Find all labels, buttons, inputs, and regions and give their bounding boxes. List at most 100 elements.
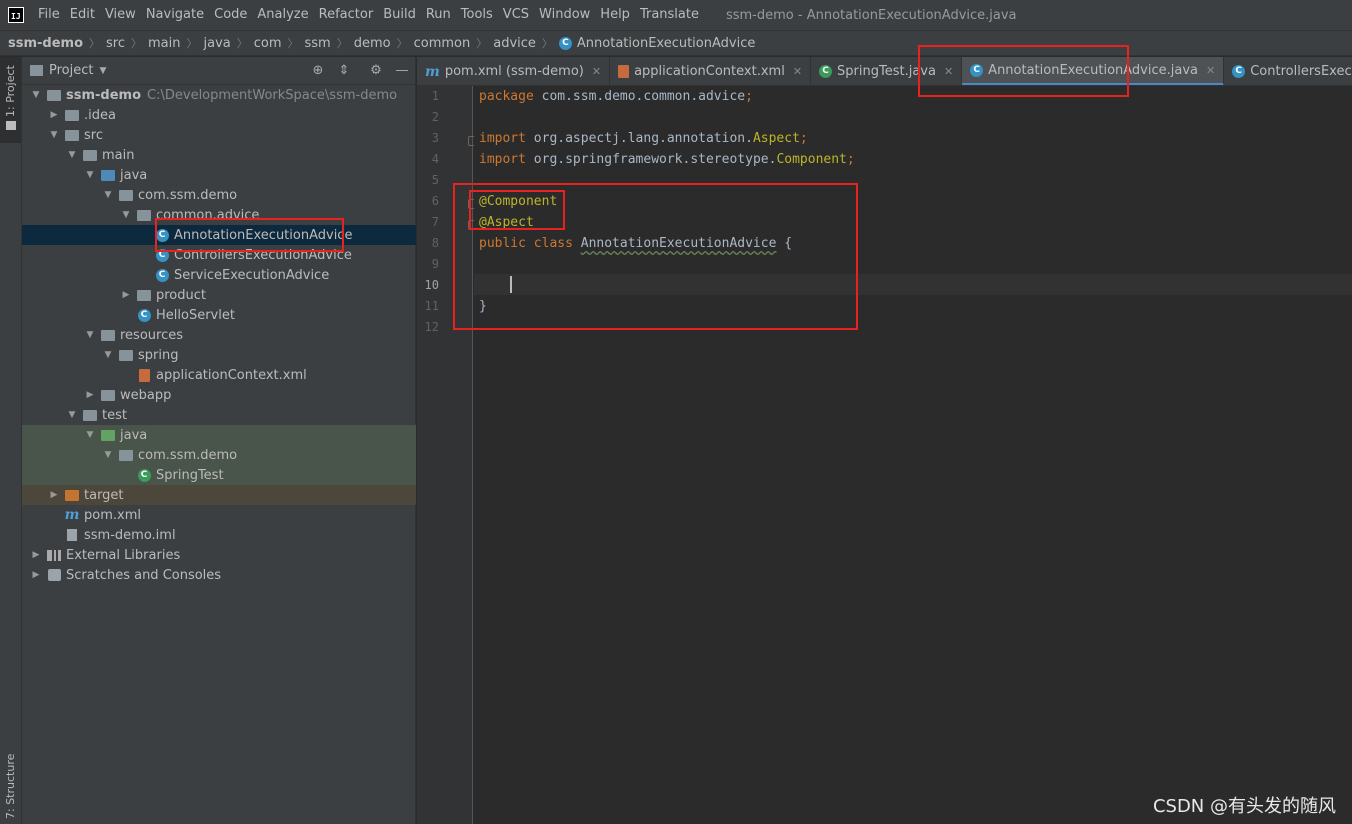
tree-item[interactable]: ▼ java: [22, 425, 416, 445]
tree-item[interactable]: ▼ test: [22, 405, 416, 425]
menu-translate[interactable]: Translate: [635, 0, 704, 30]
code-line: import org.springframework.stereotype.Co…: [479, 149, 855, 170]
tree-item[interactable]: m pom.xml: [22, 505, 416, 525]
chevron-right-icon[interactable]: ▶: [48, 490, 60, 500]
chevron-right-icon[interactable]: ▶: [30, 570, 42, 580]
close-icon[interactable]: ✕: [592, 65, 601, 78]
tree-item[interactable]: ▼ java: [22, 165, 416, 185]
breadcrumb-separator-icon: 〉: [541, 37, 553, 50]
class-icon: C: [154, 268, 170, 282]
chevron-down-icon[interactable]: ▼: [102, 450, 114, 460]
menu-file[interactable]: File: [33, 0, 65, 30]
breadcrumb-item[interactable]: common: [414, 36, 471, 51]
collapse-all-icon[interactable]: ⇕: [336, 63, 352, 79]
close-icon[interactable]: ✕: [1206, 64, 1215, 77]
tab-label: pom.xml (ssm-demo): [444, 64, 584, 79]
tree-item[interactable]: ▼ src: [22, 125, 416, 145]
chevron-down-icon[interactable]: ▼: [66, 410, 78, 420]
module-file-icon: [64, 528, 80, 542]
menu-refactor[interactable]: Refactor: [314, 0, 379, 30]
tree-item-label: SpringTest: [156, 467, 224, 483]
breadcrumb-item[interactable]: com: [254, 36, 282, 51]
tree-item[interactable]: ▼ main: [22, 145, 416, 165]
chevron-right-icon[interactable]: ▶: [30, 550, 42, 560]
close-icon[interactable]: ✕: [793, 65, 802, 78]
chevron-down-icon[interactable]: ▼: [102, 350, 114, 360]
menu-analyze[interactable]: Analyze: [252, 0, 313, 30]
tree-item[interactable]: ▶ External Libraries: [22, 545, 416, 565]
breadcrumb-label: com: [253, 35, 282, 51]
tree-item[interactable]: applicationContext.xml: [22, 365, 416, 385]
menu-tools[interactable]: Tools: [456, 0, 498, 30]
chevron-down-icon[interactable]: ▼: [66, 150, 78, 160]
folder-icon: [64, 108, 80, 122]
tree-item[interactable]: ▼ ssm-demo C:\DevelopmentWorkSpace\ssm-dem…: [22, 85, 416, 105]
tree-item[interactable]: ▼ com.ssm.demo: [22, 185, 416, 205]
breadcrumb: ssm-demo 〉 src 〉 main 〉 java 〉 com 〉 ssm 〉 demo 〉 comm…: [0, 30, 1352, 56]
menu-code[interactable]: Code: [209, 0, 252, 30]
tree-item[interactable]: C ServiceExecutionAdvice: [22, 265, 416, 285]
chevron-right-icon[interactable]: ▶: [120, 290, 132, 300]
tree-item[interactable]: ▶ target: [22, 485, 416, 505]
menu-window[interactable]: Window: [534, 0, 595, 30]
breadcrumb-item[interactable]: C AnnotationExecutionAdvice: [558, 36, 755, 51]
tree-item-label: src: [84, 127, 103, 143]
breadcrumb-item[interactable]: ssm: [305, 36, 331, 51]
breadcrumb-item[interactable]: advice: [493, 36, 536, 51]
editor-tab[interactable]: m pom.xml (ssm-demo) ✕: [417, 57, 611, 85]
gear-icon[interactable]: ⚙: [368, 63, 384, 79]
chevron-down-icon[interactable]: ▼: [99, 66, 106, 76]
editor-tab[interactable]: applicationContext.xml ✕: [610, 57, 812, 85]
left-tool-stripe: 1: Project 7: Structure: [0, 57, 22, 824]
breadcrumb-item[interactable]: main: [148, 36, 180, 51]
tree-item[interactable]: C SpringTest: [22, 465, 416, 485]
breadcrumb-item[interactable]: java: [204, 36, 231, 51]
tree-item[interactable]: ▶ webapp: [22, 385, 416, 405]
chevron-down-icon[interactable]: ▼: [30, 90, 42, 100]
window-title: ssm-demo - AnnotationExecutionAdvice.jav…: [725, 7, 1017, 23]
tree-item[interactable]: ssm-demo.iml: [22, 525, 416, 545]
tree-item[interactable]: C HelloServlet: [22, 305, 416, 325]
excluded-folder-icon: [64, 488, 80, 502]
breadcrumb-item[interactable]: ssm-demo: [8, 36, 83, 51]
menu-run[interactable]: Run: [421, 0, 456, 30]
tree-item-label: resources: [120, 327, 184, 343]
menu-view[interactable]: View: [100, 0, 141, 30]
tab-label: applicationContext.xml: [634, 64, 785, 79]
chevron-down-icon[interactable]: ▼: [84, 330, 96, 340]
chevron-down-icon[interactable]: ▼: [48, 130, 60, 140]
minimize-icon[interactable]: —: [394, 63, 410, 79]
breadcrumb-item[interactable]: demo: [354, 36, 391, 51]
tree-item[interactable]: ▶ product: [22, 285, 416, 305]
tree-item-label: java: [120, 167, 148, 183]
locate-icon[interactable]: ⊕: [310, 63, 326, 79]
menu-help[interactable]: Help: [595, 0, 635, 30]
tree-item[interactable]: ▼ resources: [22, 325, 416, 345]
breadcrumb-label: main: [148, 35, 181, 51]
breadcrumb-label: demo: [353, 35, 391, 51]
tree-item[interactable]: ▼ spring: [22, 345, 416, 365]
chevron-right-icon[interactable]: ▶: [48, 110, 60, 120]
tree-item[interactable]: ▶ .idea: [22, 105, 416, 125]
tree-item[interactable]: ▼ com.ssm.demo: [22, 445, 416, 465]
project-panel-title[interactable]: Project: [49, 63, 93, 78]
intellij-logo-icon: IJ: [8, 7, 24, 23]
line-number: 11: [424, 299, 439, 313]
project-tool-button[interactable]: 1: Project: [0, 57, 21, 143]
chevron-down-icon[interactable]: ▼: [102, 190, 114, 200]
editor-tab[interactable]: C ControllersExecutionAdvice.java: [1224, 57, 1352, 85]
menu-vcs[interactable]: VCS: [498, 0, 534, 30]
breadcrumb-item[interactable]: src: [106, 36, 125, 51]
chevron-right-icon[interactable]: ▶: [84, 390, 96, 400]
menu-navigate[interactable]: Navigate: [141, 0, 209, 30]
folder-icon: [136, 288, 152, 302]
structure-tool-button[interactable]: 7: Structure: [4, 754, 17, 819]
tree-item-label: ssm-demo: [66, 87, 142, 103]
chevron-down-icon[interactable]: ▼: [120, 210, 132, 220]
menu-build[interactable]: Build: [378, 0, 421, 30]
menu-edit[interactable]: Edit: [65, 0, 100, 30]
tree-item[interactable]: ▶ Scratches and Consoles: [22, 565, 416, 585]
chevron-down-icon[interactable]: ▼: [84, 170, 96, 180]
tree-item-label: Scratches and Consoles: [66, 567, 222, 583]
chevron-down-icon[interactable]: ▼: [84, 430, 96, 440]
